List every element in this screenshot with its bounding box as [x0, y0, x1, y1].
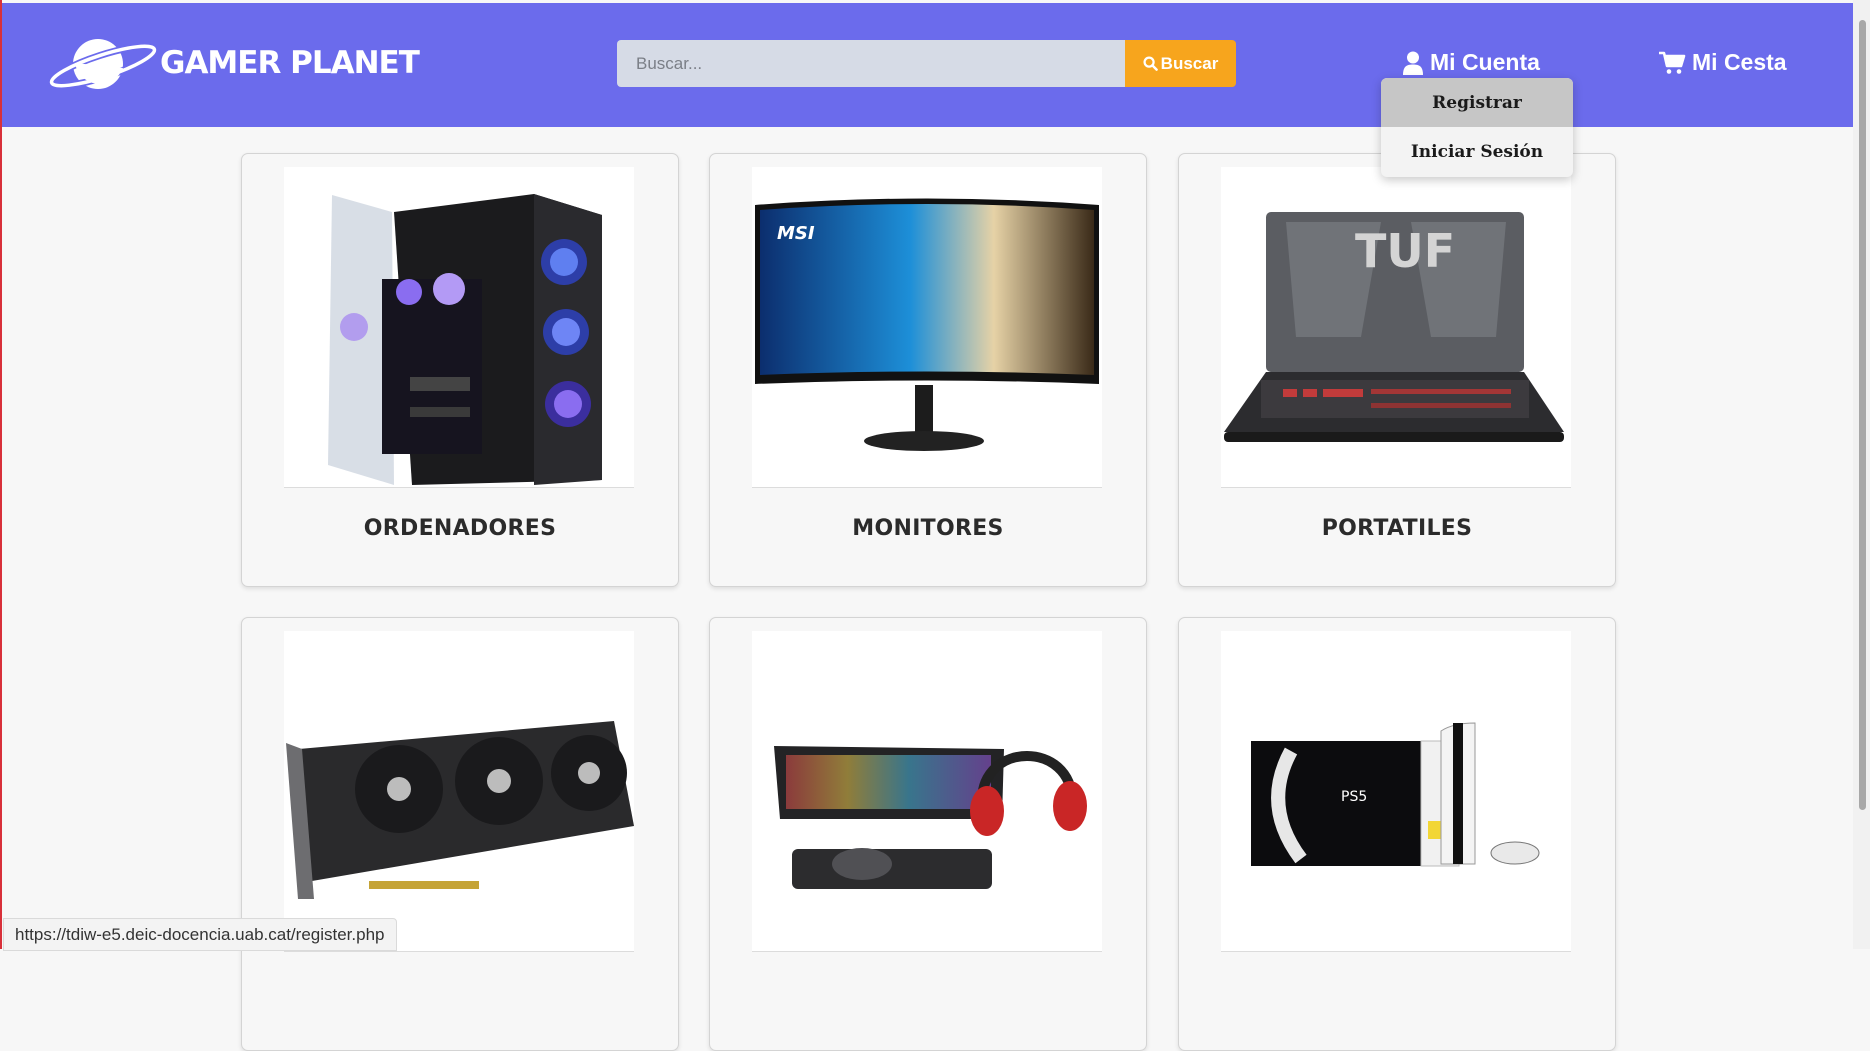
category-title: PORTATILES — [1321, 516, 1473, 541]
category-card-graphics[interactable] — [241, 617, 679, 1051]
register-menu-item[interactable]: Registrar — [1381, 78, 1573, 127]
cart-link[interactable]: Mi Cesta — [1659, 49, 1787, 76]
svg-text:TUF: TUF — [1355, 224, 1455, 278]
category-card-portatiles[interactable]: TUF PORTATILES — [1178, 153, 1616, 587]
scrollbar-thumb[interactable] — [1859, 20, 1866, 810]
search-icon — [1143, 56, 1158, 71]
ps5-console-image: PS5 — [1221, 631, 1571, 952]
category-title: ORDENADORES — [363, 516, 557, 541]
gaming-pc-tower-image — [284, 167, 634, 488]
account-label: Mi Cuenta — [1430, 49, 1540, 75]
svg-text:MSI: MSI — [777, 223, 815, 244]
svg-text:PS5: PS5 — [1341, 789, 1367, 805]
category-card-consoles[interactable]: PS5 — [1178, 617, 1616, 1051]
brand-name[interactable]: GAMER PLANET — [160, 45, 420, 81]
asus-tuf-laptop-image: TUF — [1221, 167, 1571, 488]
user-icon — [1403, 51, 1423, 75]
account-menu-link[interactable]: Mi Cuenta — [1402, 49, 1540, 76]
planet-logo-icon[interactable] — [48, 33, 158, 95]
search-input[interactable] — [617, 40, 1125, 87]
cart-label: Mi Cesta — [1692, 49, 1787, 75]
category-title: MONITORES — [852, 516, 1004, 541]
cart-icon — [1659, 51, 1686, 74]
keyboard-kit-image — [752, 631, 1102, 952]
login-menu-item[interactable]: Iniciar Sesión — [1381, 127, 1573, 176]
category-card-ordenadores[interactable]: ORDENADORES — [241, 153, 679, 587]
link-status-bar: https://tdiw-e5.deic-docencia.uab.cat/re… — [3, 918, 397, 951]
page-left-border — [0, 0, 2, 949]
search-button[interactable]: Buscar — [1125, 40, 1236, 87]
site-header: GAMER PLANET Buscar Mi Cuenta Mi Cesta — [2, 3, 1853, 127]
account-dropdown-menu: Registrar Iniciar Sesión — [1381, 78, 1573, 177]
search-button-label: Buscar — [1160, 53, 1219, 73]
msi-monitor-image: MSI — [752, 167, 1102, 488]
category-card-monitores[interactable]: MSI MONITORES — [709, 153, 1147, 587]
category-card-peripherals[interactable] — [709, 617, 1147, 1051]
graphics-card-image — [284, 631, 634, 952]
